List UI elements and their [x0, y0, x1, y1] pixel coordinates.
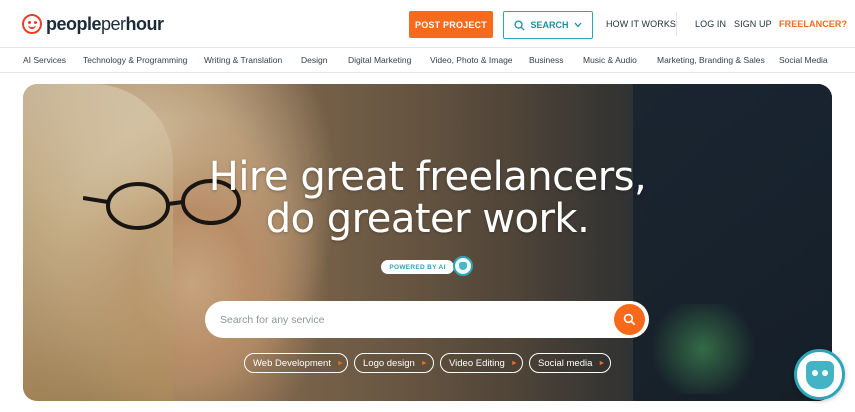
hero-title-line-1: Hire great freelancers,	[208, 154, 647, 200]
freelancer-link[interactable]: FREELANCER?	[779, 19, 847, 29]
arrow-right-icon: ►	[510, 359, 518, 367]
chip-web-development[interactable]: Web Development ►	[244, 353, 348, 373]
chip-social-media[interactable]: Social media ►	[529, 353, 611, 373]
how-it-works-link[interactable]: HOW IT WORKS	[606, 19, 676, 29]
arrow-right-icon: ►	[598, 359, 606, 367]
arrow-right-icon: ►	[336, 359, 344, 367]
search-dropdown-button[interactable]: SEARCH	[503, 11, 593, 39]
chip-logo-design[interactable]: Logo design ►	[354, 353, 434, 373]
smiley-logo-icon	[22, 14, 42, 34]
login-link[interactable]: LOG IN	[695, 19, 726, 29]
nav-divider	[676, 12, 677, 36]
category-design[interactable]: Design	[301, 55, 327, 65]
hero-title-line-2: do greater work.	[265, 196, 590, 242]
category-marketing-branding-sales[interactable]: Marketing, Branding & Sales	[657, 55, 765, 65]
chat-assistant-button[interactable]	[794, 349, 845, 400]
top-header: peopleperhour POST PROJECT SEARCH HOW IT…	[0, 0, 855, 48]
powered-by-ai-badge: POWERED BY AI	[381, 260, 454, 274]
arrow-right-icon: ►	[420, 359, 428, 367]
category-technology-programming[interactable]: Technology & Programming	[83, 55, 187, 65]
chip-video-editing[interactable]: Video Editing ►	[440, 353, 523, 373]
service-search-input[interactable]	[220, 311, 600, 328]
search-icon	[514, 19, 526, 31]
category-ai-services[interactable]: AI Services	[23, 55, 66, 65]
logo-wordmark: peopleperhour	[46, 13, 164, 34]
chip-label: Web Development	[253, 357, 331, 369]
post-project-button[interactable]: POST PROJECT	[409, 11, 493, 38]
ai-robot-icon	[453, 256, 473, 276]
chevron-down-icon	[574, 22, 581, 28]
search-icon	[623, 313, 636, 326]
search-submit-button[interactable]	[614, 304, 645, 335]
category-business[interactable]: Business	[529, 55, 564, 65]
robot-icon	[805, 360, 834, 389]
category-nav: AI Services Technology & Programming Wri…	[0, 48, 855, 73]
category-digital-marketing[interactable]: Digital Marketing	[348, 55, 411, 65]
category-video-photo-image[interactable]: Video, Photo & Image	[430, 55, 513, 65]
peopleperhour-logo[interactable]: peopleperhour	[22, 13, 164, 35]
category-social-media[interactable]: Social Media	[779, 55, 828, 65]
hero-search-bar	[205, 301, 649, 338]
category-writing-translation[interactable]: Writing & Translation	[204, 55, 282, 65]
search-button-label: SEARCH	[530, 20, 569, 30]
signup-link[interactable]: SIGN UP	[734, 19, 772, 29]
hero-title: Hire great freelancers, do greater work.	[0, 156, 855, 240]
category-music-audio[interactable]: Music & Audio	[583, 55, 637, 65]
chip-label: Video Editing	[449, 357, 505, 369]
chip-label: Logo design	[363, 357, 415, 369]
chip-label: Social media	[538, 357, 593, 369]
